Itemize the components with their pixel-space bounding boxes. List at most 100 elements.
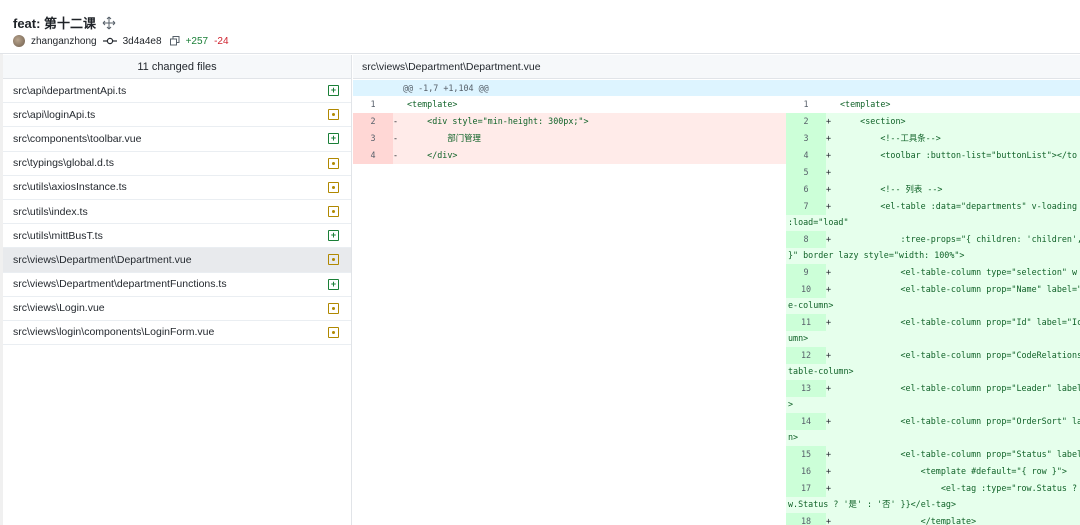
diff-panel: src\views\Department\Department.vue @@ -… [353,55,1080,525]
added-line: 8 + :tree-props="{ children: 'children',}… [786,231,1080,264]
file-added-icon: + [328,133,339,145]
line-number: 8 [786,231,826,248]
added-line: 7 + <el-table :data="departments" v-loadi… [786,198,1080,231]
code-text: <el-table-column prop="Name" label=" [840,284,1080,294]
code-wrap-text: e-column> [788,300,834,310]
added-line: 2 + <section> [786,113,1080,130]
line-number: 14 [786,413,826,430]
file-row[interactable]: src\views\Login.vue [3,297,351,321]
diff-sign: - [393,133,399,143]
line-number: 4 [353,147,393,164]
commit-meta: zhanganzhong 3d4a4e8 +257 -24 [13,35,229,47]
code-text: <el-table-column type="selection" w [840,267,1077,277]
line-number: 18 [786,513,826,525]
file-path: src\views\Department\departmentFunctions… [13,278,227,291]
changed-files-header: 11 changed files [3,55,351,79]
file-row[interactable]: src\api\departmentApi.ts + [3,79,351,104]
context-line: 1 <template> [353,96,786,113]
added-line: 13 + <el-table-column prop="Leader" label… [786,380,1080,413]
file-path: src\views\login\components\LoginForm.vue [13,326,215,339]
file-row[interactable]: src\utils\index.ts [3,200,351,225]
code-text: <section> [840,116,906,126]
line-number: 5 [786,164,826,181]
file-modified-icon [328,326,339,338]
file-path: src\views\Department\Department.vue [13,253,192,266]
line-number: 9 [786,264,826,281]
file-modified-icon [328,157,339,169]
diff-sign: + [826,350,832,360]
diff-sign: - [393,150,399,160]
copy-icon[interactable] [169,36,180,46]
code-text: <el-table-column prop="OrderSort" la [840,416,1080,426]
file-modified-icon [328,109,339,121]
diff-file-path: src\views\Department\Department.vue [353,55,1080,79]
file-path: src\utils\mittBusT.ts [13,229,103,242]
deletions-count: -24 [214,35,229,47]
file-row[interactable]: src\utils\axiosInstance.ts [3,176,351,200]
added-line: 5 + [786,164,1080,181]
diff-sign: + [826,284,832,294]
move-icon[interactable] [102,16,116,30]
file-path: src\api\departmentApi.ts [13,84,127,97]
diff-sign: + [826,466,832,476]
file-row[interactable]: src\views\Department\departmentFunctions… [3,273,351,297]
code-text: <el-table-column prop="Leader" label [840,383,1080,393]
file-path: src\utils\index.ts [13,205,88,218]
file-added-icon: + [328,278,339,290]
added-line: 3 + <!--工具条--> [786,130,1080,147]
file-row[interactable]: src\api\loginApi.ts [3,103,351,128]
diff-sign: + [826,201,832,211]
file-row[interactable]: src\components\toolbar.vue + [3,127,351,152]
file-list: src\api\departmentApi.ts + src\api\loginAp… [3,79,351,346]
file-row[interactable]: src\typings\global.d.ts [3,152,351,176]
code-wrap-text: w.Status ? '是' : '否' }}</el-tag> [788,499,957,509]
code-wrap-text: > [788,399,794,409]
code-text: <!--工具条--> [840,133,941,143]
file-modified-icon [328,181,339,193]
code-text: <el-table-column prop="Status" label [840,449,1080,459]
context-line: 1 <template> [786,96,1080,113]
code-wrap-text: }" border lazy style="width: 100%"> [788,250,965,260]
code-wrap-text: n> [788,432,799,442]
code-wrap-text: umn> [788,333,809,343]
diff-sign: + [826,416,832,426]
diff-sign: + [826,150,832,160]
file-row[interactable]: src\views\Department\Department.vue [3,248,351,273]
file-path: src\utils\axiosInstance.ts [13,181,127,194]
file-modified-icon [328,254,339,266]
diff-sign: + [826,116,832,126]
line-number: 3 [353,130,393,147]
code-text: <el-table-column prop="CodeRelations [840,350,1080,360]
diff-sign: - [393,116,399,126]
commit-title: feat: 第十二课 [13,16,97,31]
line-number: 16 [786,463,826,480]
line-number: 2 [786,113,826,130]
diff-sign: + [826,167,832,177]
commit-header: feat: 第十二课 zhanganzhong 3d4a4e8 +257 -24 [0,0,1080,54]
added-line: 10 + <el-table-column prop="Name" label="… [786,281,1080,314]
code-text: <el-tag :type="row.Status ? [840,483,1077,493]
added-line: 4 + <toolbar :button-list="buttonList"></… [786,147,1080,164]
code-wrap-text: table-column> [788,366,854,376]
line-number: 13 [786,380,826,397]
commit-sha[interactable]: 3d4a4e8 [123,36,162,47]
diff-sign: + [826,317,832,327]
line-number: 3 [786,130,826,147]
file-row[interactable]: src\utils\mittBusT.ts + [3,224,351,249]
file-added-icon: + [328,230,339,242]
added-line: 16 + <template #default="{ row }"> [786,463,1080,480]
file-added-icon: + [328,85,339,97]
code-text: <div style="min-height: 300px;"> [407,116,589,126]
code-text: </div> [407,150,458,160]
commit-icon [102,36,117,46]
deleted-line: 2- <div style="min-height: 300px;"> [353,113,786,130]
new-version-pane[interactable]: 1 <template> 2 + <section> 3 + <!--工具条--> 4 + <… [786,96,1080,525]
file-modified-icon [328,302,339,314]
file-row[interactable]: src\views\login\components\LoginForm.vue [3,321,351,346]
line-number: 1 [370,99,376,109]
diff-sign: + [826,184,832,194]
added-line: 12 + <el-table-column prop="CodeRelations… [786,347,1080,380]
code-text: <template> [407,99,458,109]
file-path: src\components\toolbar.vue [13,132,142,145]
line-number: 10 [786,281,826,298]
